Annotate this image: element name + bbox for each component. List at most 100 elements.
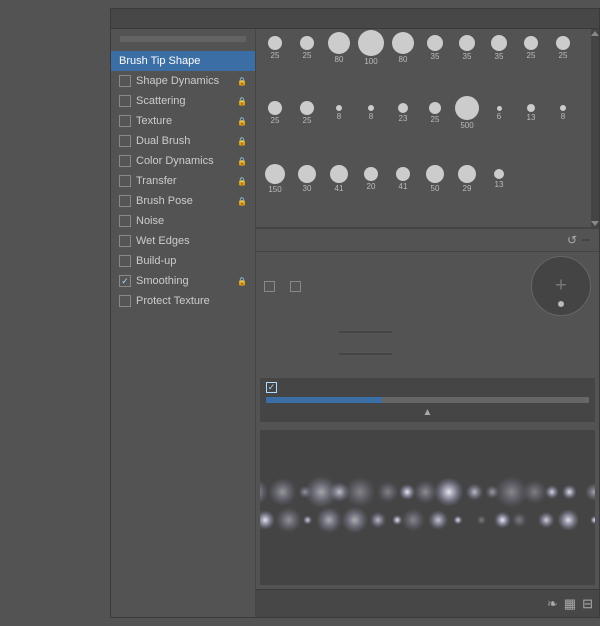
brush-circle: [396, 167, 410, 181]
brush-panel: Brush Tip ShapeShape Dynamics🔒Scattering…: [110, 8, 600, 618]
brush-size-label: 50: [431, 184, 440, 193]
brush-item[interactable]: 20: [356, 164, 386, 194]
brush-grid[interactable]: 2525801008035353525252525882325500613815…: [256, 29, 591, 228]
sidebar-checkbox[interactable]: ✓: [119, 275, 131, 287]
scroll-down-button[interactable]: [591, 221, 599, 226]
brush-size-label: 13: [527, 113, 536, 122]
brush-item[interactable]: 8: [324, 98, 354, 128]
content-area: 2525801008035353525252525882325500613815…: [256, 29, 599, 617]
brush-circle: [429, 102, 441, 114]
sidebar-item-wet-edges[interactable]: Wet Edges: [111, 231, 255, 251]
brush-presets-grid-icon[interactable]: ▦: [564, 596, 576, 612]
angle-wheel[interactable]: [531, 256, 591, 316]
brush-grid-scrollbar[interactable]: [591, 29, 599, 228]
brush-size-label: 30: [303, 184, 312, 193]
brush-item[interactable]: 25: [420, 98, 450, 128]
sidebar-checkbox[interactable]: [119, 175, 131, 187]
sidebar-item-brush-pose[interactable]: Brush Pose🔒: [111, 191, 255, 211]
brush-size-label: 25: [559, 51, 568, 60]
sidebar-item-build-up[interactable]: Build-up: [111, 251, 255, 271]
brush-circle: [358, 30, 384, 56]
sidebar-checkbox[interactable]: [119, 255, 131, 267]
brush-item[interactable]: 29: [452, 164, 482, 194]
lock-icon: 🔒: [237, 97, 247, 106]
flip-y-checkbox[interactable]: [290, 281, 301, 292]
angle-value[interactable]: [338, 330, 393, 334]
sidebar-checkbox[interactable]: [119, 155, 131, 167]
brush-item[interactable]: 41: [388, 164, 418, 194]
sidebar-checkbox[interactable]: [119, 295, 131, 307]
flip-x-group: [264, 281, 278, 292]
sidebar-item-texture[interactable]: Texture🔒: [111, 111, 255, 131]
brush-item[interactable]: 100: [356, 33, 386, 63]
flip-x-checkbox[interactable]: [264, 281, 275, 292]
scroll-up-button[interactable]: [591, 31, 599, 36]
sidebar-checkbox[interactable]: [119, 115, 131, 127]
brush-item[interactable]: 6: [484, 98, 514, 128]
brush-item[interactable]: 150: [260, 164, 290, 194]
brush-item[interactable]: 25: [260, 33, 290, 63]
lock-icon: 🔒: [237, 177, 247, 186]
spacing-checkbox[interactable]: ✓: [266, 382, 277, 393]
brush-item[interactable]: 35: [452, 33, 482, 63]
brush-item[interactable]: 25: [516, 33, 546, 63]
brush-size-label: 35: [463, 52, 472, 61]
sidebar-item-shape-dynamics[interactable]: Shape Dynamics🔒: [111, 71, 255, 91]
brush-item[interactable]: 41: [324, 164, 354, 194]
sidebar-item-transfer[interactable]: Transfer🔒: [111, 171, 255, 191]
brush-size-label: 25: [271, 116, 280, 125]
size-value[interactable]: [581, 238, 591, 242]
sidebar-checkbox[interactable]: [119, 195, 131, 207]
brush-item[interactable]: 35: [420, 33, 450, 63]
sidebar-item-smoothing[interactable]: ✓Smoothing🔒: [111, 271, 255, 291]
brush-size-label: 35: [495, 52, 504, 61]
brush-item[interactable]: 8: [356, 98, 386, 128]
sidebar-item-scattering[interactable]: Scattering 🔒: [111, 91, 255, 111]
sidebar-item-dual-brush[interactable]: Dual Brush🔒: [111, 131, 255, 151]
brush-item[interactable]: 25: [292, 33, 322, 63]
brush-item[interactable]: 23: [388, 98, 418, 128]
brush-size-label: 25: [303, 51, 312, 60]
sidebar-item-protect-texture[interactable]: Protect Texture: [111, 291, 255, 311]
panel-titlebar: [111, 9, 599, 29]
sidebar-checkbox[interactable]: [119, 75, 131, 87]
brush-item[interactable]: 50: [420, 164, 450, 194]
brush-circle: [494, 169, 504, 179]
brush-item[interactable]: 80: [388, 33, 418, 63]
brush-item[interactable]: 25: [548, 33, 578, 63]
sidebar-item-label: Color Dynamics: [136, 155, 214, 167]
sidebar-checkbox[interactable]: [119, 235, 131, 247]
brush-item[interactable]: 30: [292, 164, 322, 194]
brush-circle: [556, 36, 570, 50]
brush-size-label: 29: [463, 184, 472, 193]
sidebar-checkbox[interactable]: [119, 95, 131, 107]
brush-circle: [491, 35, 507, 51]
sidebar-item-brush-tip-shape[interactable]: Brush Tip Shape: [111, 51, 255, 71]
sidebar-checkbox[interactable]: [119, 135, 131, 147]
flip-row: [256, 252, 599, 320]
sidebar-item-noise[interactable]: Noise: [111, 211, 255, 231]
sidebar-checkbox[interactable]: [119, 215, 131, 227]
brush-item[interactable]: 500: [452, 98, 482, 128]
brush-item[interactable]: 25: [260, 98, 290, 128]
sidebar-item-label: Dual Brush: [136, 135, 190, 147]
brush-size-label: 6: [497, 112, 501, 121]
spacing-slider-track[interactable]: [266, 397, 589, 403]
brush-item[interactable]: 25: [292, 98, 322, 128]
brush-item[interactable]: 35: [484, 33, 514, 63]
brush-item[interactable]: 8: [548, 98, 578, 128]
sidebar-item-color-dynamics[interactable]: Color Dynamics🔒: [111, 151, 255, 171]
sidebar-items-container: Brush Tip ShapeShape Dynamics🔒Scattering…: [111, 51, 255, 311]
roundness-value[interactable]: [338, 352, 393, 356]
sidebar-item-label: Shape Dynamics: [136, 75, 219, 87]
size-reset-icon[interactable]: ↺: [567, 233, 577, 247]
delete-brush-icon[interactable]: ⊟: [582, 596, 593, 612]
brush-circle: [336, 105, 342, 111]
brush-presets-button[interactable]: [119, 35, 247, 43]
create-brush-icon[interactable]: ❧: [547, 596, 558, 612]
brush-item[interactable]: 13: [484, 164, 514, 194]
brush-item[interactable]: 13: [516, 98, 546, 128]
sidebar-item-label: Scattering: [136, 95, 186, 107]
brush-item[interactable]: 80: [324, 33, 354, 63]
brush-size-label: 500: [460, 121, 473, 130]
